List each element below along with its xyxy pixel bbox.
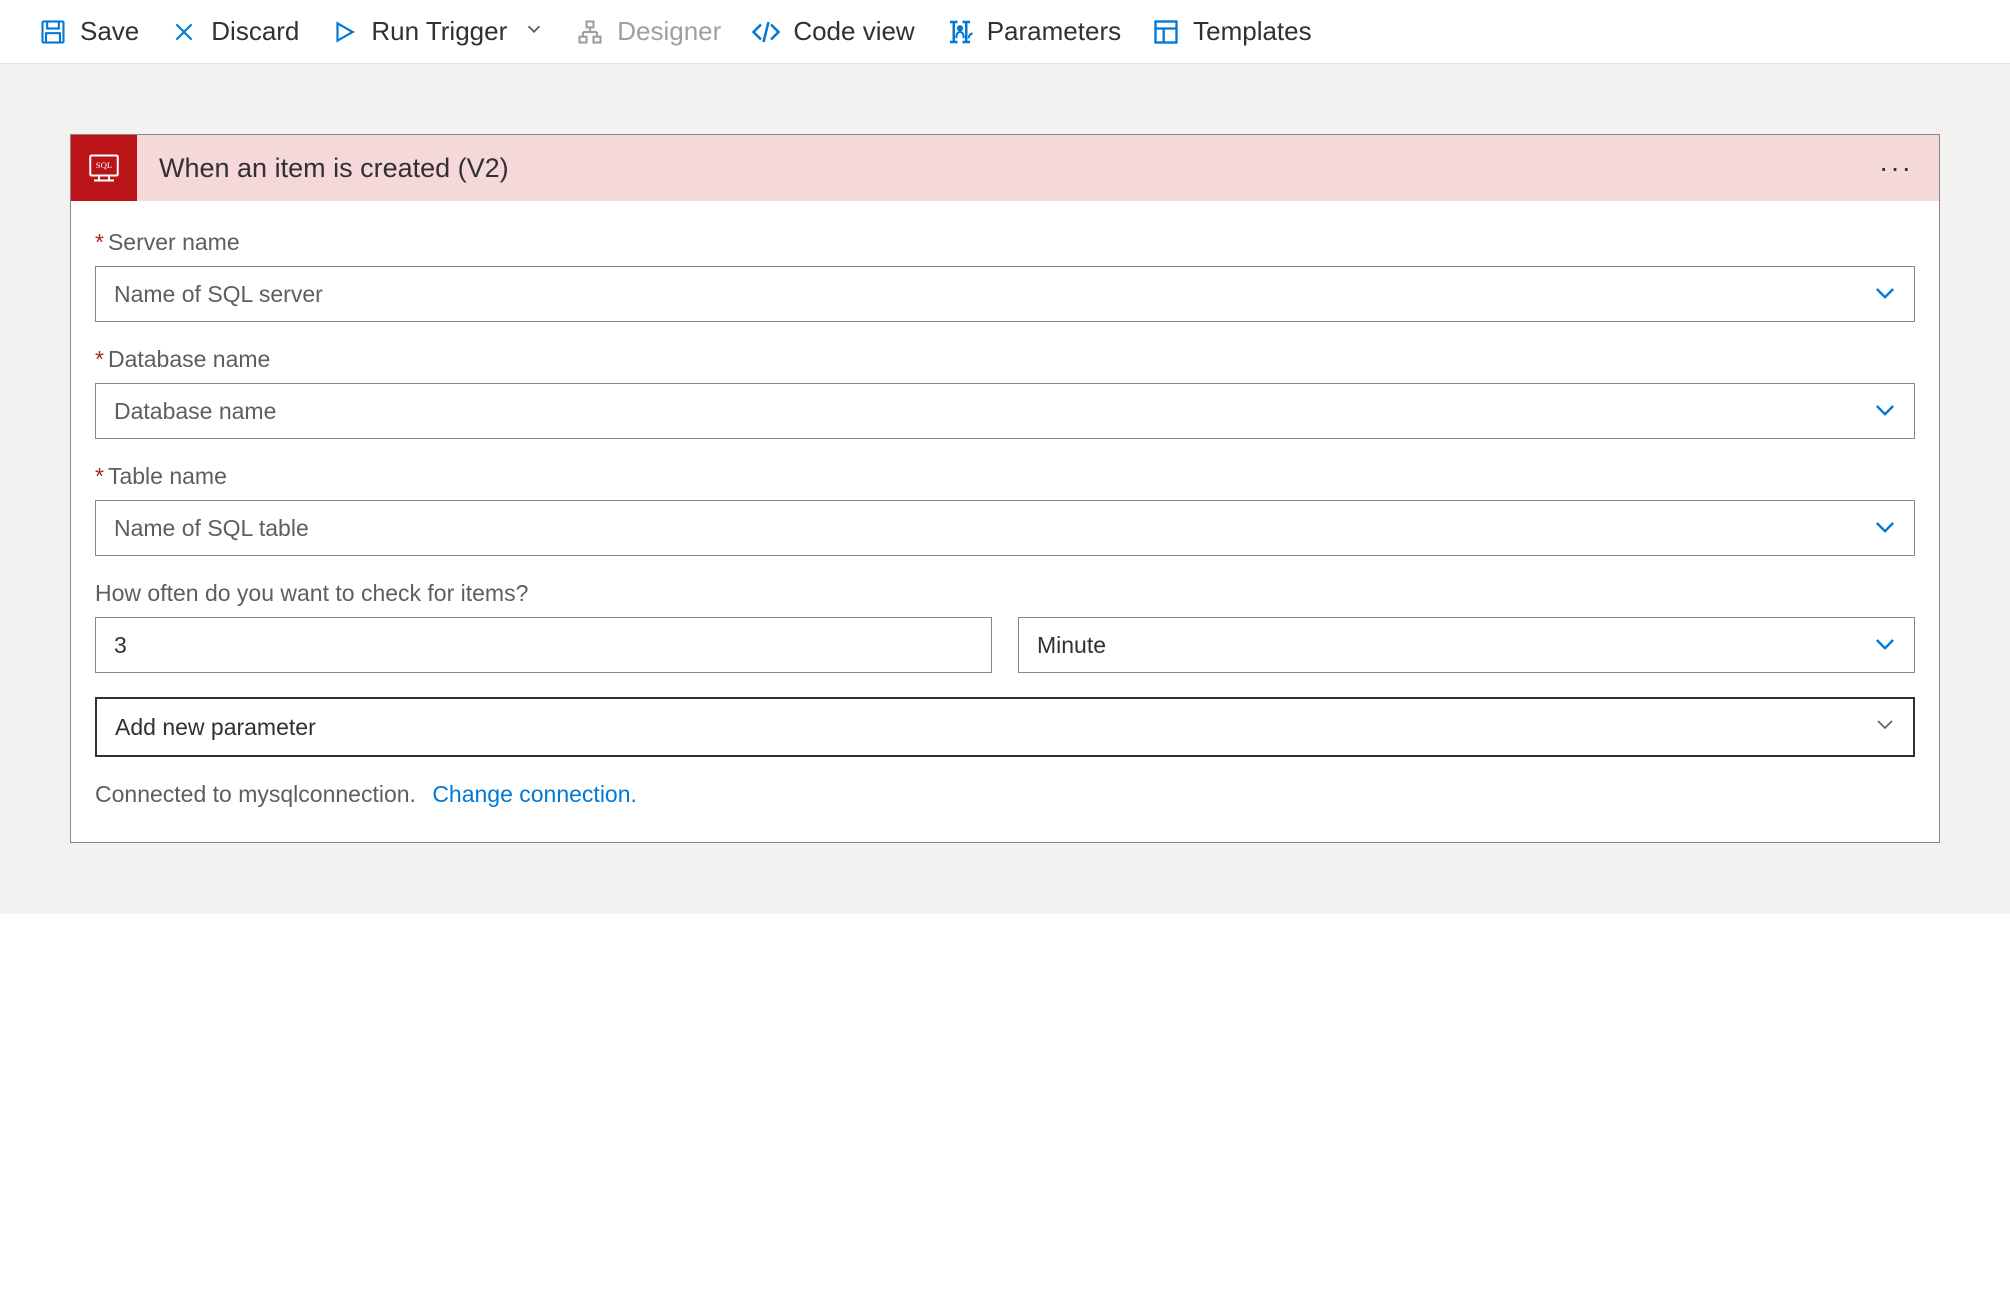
connection-status: Connected to mysqlconnection. Change con… <box>95 781 1915 826</box>
svg-text:SQL: SQL <box>96 160 113 170</box>
code-view-label: Code view <box>793 16 914 47</box>
database-name-input[interactable] <box>95 383 1915 439</box>
designer-button: Designer <box>567 10 729 53</box>
server-name-field: *Server name <box>95 229 1915 322</box>
toolbar: Save Discard Run Trigger <box>0 0 2010 64</box>
save-icon <box>38 17 68 47</box>
add-new-parameter-label: Add new parameter <box>115 714 316 741</box>
card-menu-button[interactable]: ··· <box>1853 152 1939 184</box>
parameters-button[interactable]: Parameters <box>937 10 1129 53</box>
templates-label: Templates <box>1193 16 1312 47</box>
table-name-field: *Table name <box>95 463 1915 556</box>
templates-button[interactable]: Templates <box>1143 10 1320 53</box>
card-body: *Server name *Database name <box>71 201 1939 842</box>
discard-label: Discard <box>211 16 299 47</box>
close-icon <box>169 17 199 47</box>
frequency-label: How often do you want to check for items… <box>95 580 1915 607</box>
table-name-label: *Table name <box>95 463 1915 490</box>
server-name-label: *Server name <box>95 229 1915 256</box>
run-trigger-label: Run Trigger <box>371 16 507 47</box>
database-name-label: *Database name <box>95 346 1915 373</box>
card-title: When an item is created (V2) <box>137 153 1853 184</box>
chevron-down-icon <box>1873 712 1897 742</box>
trigger-card: SQL When an item is created (V2) ··· *Se… <box>70 134 1940 843</box>
chevron-down-icon <box>523 16 545 47</box>
connection-text: Connected to mysqlconnection. <box>95 781 416 807</box>
change-connection-link[interactable]: Change connection. <box>432 781 637 807</box>
frequency-field: How often do you want to check for items… <box>95 580 1915 673</box>
parameters-label: Parameters <box>987 16 1121 47</box>
card-header[interactable]: SQL When an item is created (V2) ··· <box>71 135 1939 201</box>
discard-button[interactable]: Discard <box>161 10 307 53</box>
add-new-parameter-dropdown[interactable]: Add new parameter <box>95 697 1915 757</box>
code-view-button[interactable]: Code view <box>743 10 922 53</box>
server-name-input[interactable] <box>95 266 1915 322</box>
save-button[interactable]: Save <box>30 10 147 53</box>
play-icon <box>329 17 359 47</box>
designer-icon <box>575 17 605 47</box>
run-trigger-button[interactable]: Run Trigger <box>321 10 553 53</box>
sql-connector-icon: SQL <box>71 135 137 201</box>
save-label: Save <box>80 16 139 47</box>
designer-canvas: SQL When an item is created (V2) ··· *Se… <box>0 64 2010 914</box>
designer-label: Designer <box>617 16 721 47</box>
interval-input[interactable] <box>95 617 992 673</box>
table-name-input[interactable] <box>95 500 1915 556</box>
frequency-unit-select[interactable] <box>1018 617 1915 673</box>
code-icon <box>751 17 781 47</box>
templates-icon <box>1151 17 1181 47</box>
parameters-icon <box>945 17 975 47</box>
database-name-field: *Database name <box>95 346 1915 439</box>
